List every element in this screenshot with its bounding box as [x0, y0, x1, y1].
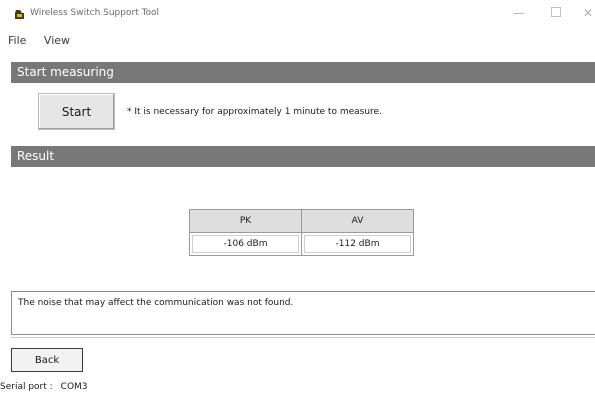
column-header-pk: PK	[189, 209, 302, 233]
pk-value: -106 dBm	[189, 232, 302, 256]
app-icon	[15, 10, 24, 19]
table-row: -106 dBm -112 dBm	[189, 232, 414, 256]
table-header-row: PK AV	[189, 209, 414, 233]
menu-view[interactable]: View	[44, 34, 70, 47]
back-button[interactable]: Back	[11, 348, 83, 372]
start-button[interactable]: Start	[38, 93, 115, 130]
column-header-av: AV	[301, 209, 414, 233]
minimize-button[interactable]: —	[508, 4, 530, 22]
serial-port-value: COM3	[60, 382, 88, 392]
maximize-button[interactable]	[545, 4, 567, 22]
menu-file[interactable]: File	[8, 34, 26, 47]
footer-divider	[11, 337, 595, 338]
window-title: Wireless Switch Support Tool	[30, 8, 160, 18]
title-bar: Wireless Switch Support Tool — ✕	[0, 0, 595, 28]
close-button[interactable]: ✕	[577, 4, 595, 22]
measure-note: * It is necessary for approximately 1 mi…	[127, 107, 382, 117]
start-measuring-header: Start measuring	[11, 62, 595, 83]
result-message-box: The noise that may affect the communicat…	[11, 291, 595, 335]
menu-bar: File View	[8, 34, 84, 52]
av-value: -112 dBm	[301, 232, 414, 256]
serial-port-label: Serial port :	[0, 382, 53, 392]
result-header: Result	[11, 146, 595, 167]
result-message: The noise that may affect the communicat…	[18, 298, 294, 308]
maximize-icon	[551, 7, 561, 17]
status-bar: Serial port : COM3	[0, 382, 88, 392]
result-table: PK AV -106 dBm -112 dBm	[189, 209, 414, 256]
